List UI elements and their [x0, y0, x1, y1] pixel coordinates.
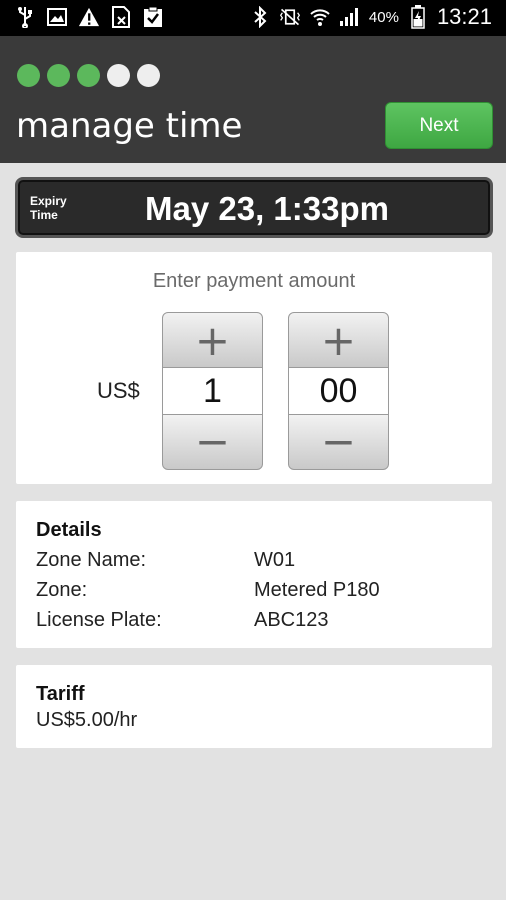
cents-stepper: + 00 − — [288, 312, 389, 470]
no-sim-icon — [110, 6, 132, 28]
cents-decrement-button[interactable]: − — [288, 414, 389, 470]
wifi-icon — [309, 6, 331, 28]
battery-percent: 40% — [368, 8, 399, 26]
progress-dot — [107, 64, 130, 87]
vibrate-mute-icon — [279, 6, 301, 28]
app-header: manage time Next — [0, 36, 506, 163]
bluetooth-icon — [249, 6, 271, 28]
detail-value-zone: Metered P180 — [254, 579, 380, 601]
expiry-label-line2: Time — [30, 208, 58, 222]
battery-icon — [407, 5, 429, 29]
expiry-label: Expiry Time — [30, 194, 90, 222]
next-button[interactable]: Next — [385, 102, 493, 149]
details-title: Details — [36, 519, 102, 541]
dollars-increment-button[interactable]: + — [162, 312, 263, 368]
progress-dot — [47, 64, 70, 87]
tariff-card: Tariff US$5.00/hr — [16, 665, 492, 748]
detail-value-zone-name: W01 — [254, 549, 296, 571]
expiry-time-value: May 23, 1:33pm — [145, 190, 389, 227]
cents-value[interactable]: 00 — [288, 368, 389, 414]
dollars-decrement-button[interactable]: − — [162, 414, 263, 470]
detail-label-license-plate: License Plate: — [36, 609, 162, 631]
status-bar: 40% 13:21 — [0, 0, 506, 36]
details-card: Details Zone Name: W01 Zone: Metered P18… — [16, 501, 492, 648]
notification-icons — [14, 6, 164, 28]
progress-dot — [77, 64, 100, 87]
system-indicators: 40% 13:21 — [249, 4, 492, 30]
tariff-rate: US$5.00/hr — [36, 709, 138, 731]
page-title: manage time — [16, 106, 243, 146]
step-progress-indicator — [17, 64, 160, 87]
dollars-stepper: + 1 − — [162, 312, 263, 470]
image-icon — [46, 6, 68, 28]
payment-amount-card: Enter payment amount US$ + 1 − + 00 − — [16, 252, 492, 484]
expiry-time-bar: Expiry Time May 23, 1:33pm — [15, 177, 493, 238]
detail-value-license-plate: ABC123 — [254, 609, 329, 631]
clock: 13:21 — [436, 4, 492, 29]
warning-icon — [78, 6, 100, 28]
cents-increment-button[interactable]: + — [288, 312, 389, 368]
tariff-title: Tariff — [36, 683, 85, 705]
signal-icon — [339, 6, 361, 28]
clipboard-check-icon — [142, 6, 164, 28]
expiry-label-line1: Expiry — [30, 194, 67, 208]
progress-dot — [17, 64, 40, 87]
dollars-value[interactable]: 1 — [162, 368, 263, 414]
progress-dot — [137, 64, 160, 87]
usb-icon — [14, 6, 36, 28]
detail-label-zone-name: Zone Name: — [36, 549, 147, 571]
payment-prompt: Enter payment amount — [152, 270, 356, 292]
currency-label: US$ — [97, 378, 140, 403]
detail-label-zone: Zone: — [36, 579, 88, 601]
